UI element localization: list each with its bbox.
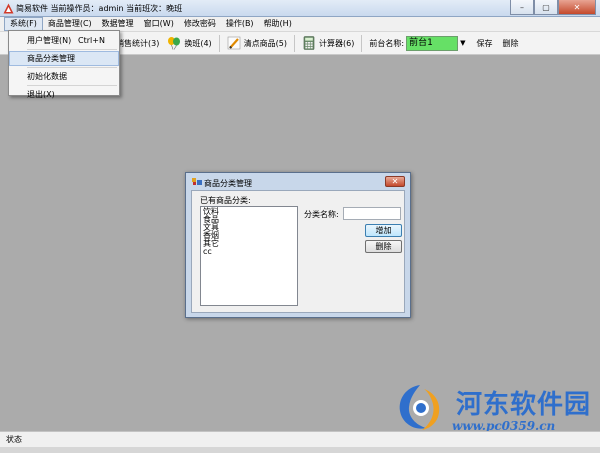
menu-help[interactable]: 帮助(H)	[259, 17, 297, 31]
list-item[interactable]: 其它	[203, 240, 295, 248]
calculator-icon	[303, 36, 315, 50]
menu-change-password[interactable]: 修改密码	[179, 17, 221, 31]
station-name-label: 前台名称:	[369, 38, 405, 48]
category-listbox[interactable]: 饮料 食品 文具 香烟 其它 cc	[200, 206, 298, 306]
close-icon: ✕	[573, 2, 581, 12]
existing-categories-label: 已有商品分类:	[200, 196, 251, 205]
menu-item-init-data[interactable]: 初始化数据	[9, 69, 119, 84]
window-controls: – ▢ ✕	[510, 0, 596, 15]
user-management-label: 用户管理(N)	[27, 36, 72, 45]
delete-button[interactable]: 删除	[497, 38, 523, 49]
menu-item-user-management[interactable]: 用户管理(N) Ctrl+N	[9, 33, 119, 48]
menu-window[interactable]: 窗口(W)	[139, 17, 179, 31]
menu-item-category-management[interactable]: 商品分类管理	[9, 51, 119, 66]
dialog-body: 已有商品分类: 饮料 食品 文具 香烟 其它 cc 分类名称: 增加 删除	[191, 190, 405, 313]
watermark-logo-icon	[399, 385, 440, 430]
system-menu-dropdown: 用户管理(N) Ctrl+N 商品分类管理 初始化数据 退出(X)	[8, 30, 120, 99]
toolbar-separator	[361, 34, 363, 52]
list-item[interactable]: cc	[203, 248, 295, 256]
maximize-icon: ▢	[542, 2, 550, 12]
calculator-button[interactable]: 计算器(6)	[298, 34, 358, 53]
user-management-shortcut: Ctrl+N	[78, 36, 105, 45]
station-select[interactable]: 前台1	[406, 35, 459, 51]
dialog-app-icon	[192, 178, 202, 185]
menu-separator	[27, 85, 117, 86]
menu-goods-management[interactable]: 商品管理(C)	[43, 17, 97, 31]
dialog-title: 商品分类管理	[204, 179, 252, 188]
menu-system[interactable]: 系统(F)	[4, 17, 43, 31]
window-bottom-edge	[0, 447, 600, 453]
inventory-button[interactable]: 清点商品(5)	[223, 34, 291, 53]
menu-item-exit[interactable]: 退出(X)	[9, 87, 119, 102]
save-button[interactable]: 保存	[471, 38, 497, 49]
maximize-button[interactable]: ▢	[534, 0, 558, 15]
toolbar-separator	[294, 34, 296, 52]
chevron-down-icon[interactable]: ▼	[460, 39, 465, 47]
window-title: 简易软件 当前操作员：admin 当前班次：晚班	[16, 4, 183, 13]
add-category-button[interactable]: 增加	[365, 224, 402, 237]
watermark-name: 河东软件园	[456, 390, 592, 420]
app-logo-icon	[3, 3, 14, 14]
category-management-dialog: 商品分类管理 ✕ 已有商品分类: 饮料 食品 文具 香烟 其它 cc 分类名称:…	[185, 172, 411, 318]
status-bar: 状态	[0, 431, 600, 447]
dialog-title-bar: 商品分类管理 ✕	[186, 173, 410, 190]
delete-category-button[interactable]: 删除	[365, 240, 402, 253]
inventory-label: 清点商品(5)	[243, 38, 288, 48]
balloons-icon	[168, 37, 181, 50]
shift-change-label: 换班(4)	[184, 38, 212, 48]
sales-stats-label: 销售统计(3)	[116, 38, 160, 48]
calculator-label: 计算器(6)	[319, 38, 355, 48]
menu-separator	[27, 49, 117, 50]
minimize-icon: –	[520, 2, 524, 12]
pencil-icon	[227, 36, 240, 50]
close-button[interactable]: ✕	[558, 0, 596, 15]
exit-label: 退出(X)	[27, 90, 55, 99]
toolbar-separator	[218, 34, 220, 52]
status-text: 状态	[6, 435, 22, 444]
category-name-label: 分类名称:	[304, 210, 339, 219]
dialog-close-button[interactable]: ✕	[385, 176, 405, 187]
category-management-label: 商品分类管理	[27, 54, 75, 63]
menu-operation[interactable]: 操作(B)	[221, 17, 259, 31]
menu-data-management[interactable]: 数据管理	[97, 17, 139, 31]
shift-change-button[interactable]: 换班(4)	[163, 34, 215, 53]
close-icon: ✕	[391, 177, 399, 186]
init-data-label: 初始化数据	[27, 72, 67, 81]
title-bar: 简易软件 当前操作员：admin 当前班次：晚班 – ▢ ✕	[0, 0, 600, 17]
category-name-input[interactable]	[343, 207, 401, 220]
minimize-button[interactable]: –	[510, 0, 534, 15]
menu-separator	[27, 67, 117, 68]
